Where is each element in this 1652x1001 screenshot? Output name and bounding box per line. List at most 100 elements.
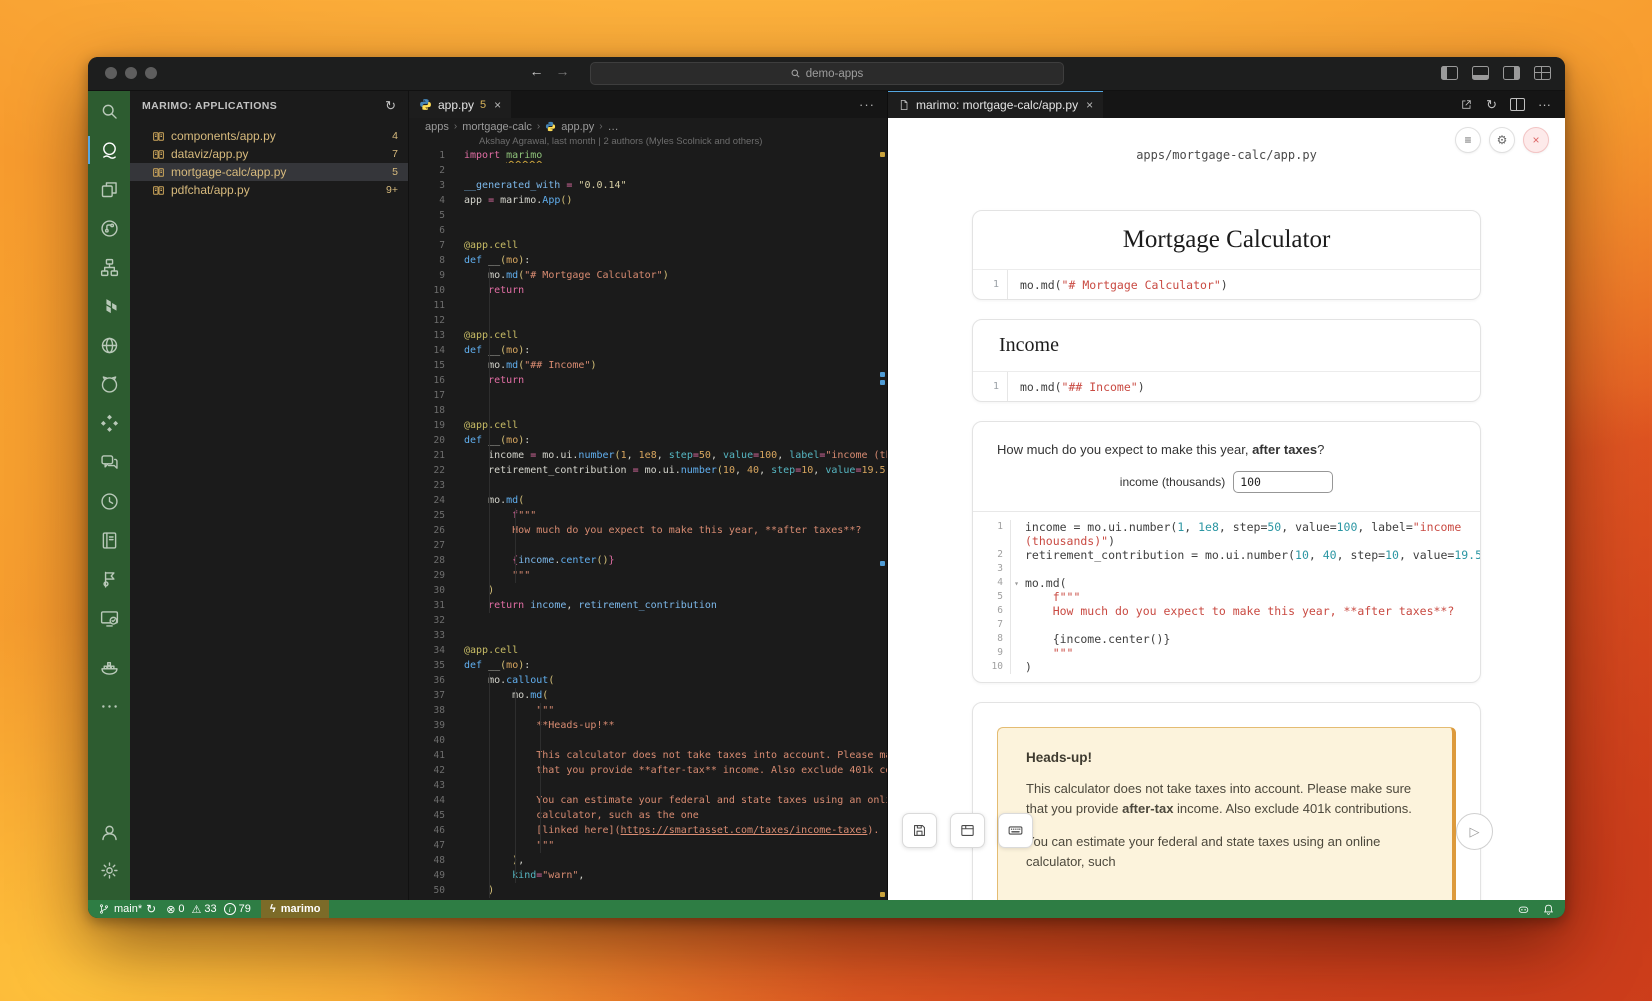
- code-line: 12: [409, 313, 887, 328]
- comments-icon[interactable]: [88, 450, 130, 474]
- settings-icon[interactable]: [88, 858, 130, 882]
- bell-icon[interactable]: [1542, 903, 1555, 916]
- screen-check-icon[interactable]: [88, 606, 130, 630]
- history-icon[interactable]: [88, 489, 130, 513]
- code-line: 37 mo.md(: [409, 688, 887, 703]
- globe-icon[interactable]: [88, 333, 130, 357]
- overview-ruler-mark: [880, 561, 885, 566]
- sidebar-item-mortgage-calc[interactable]: mortgage-calc/app.py5: [130, 163, 408, 181]
- file-icon: [898, 99, 910, 111]
- browser-button[interactable]: [950, 813, 985, 848]
- open-in-new-icon[interactable]: [1460, 98, 1473, 111]
- sidebar-item-components[interactable]: components/app.py4: [130, 127, 408, 145]
- menu-icon[interactable]: ≡: [1455, 127, 1481, 153]
- breadcrumb-item[interactable]: mortgage-calc: [462, 121, 532, 133]
- line-number: 44: [409, 793, 445, 808]
- run-button[interactable]: ▷: [1456, 813, 1493, 850]
- git-branch-item[interactable]: main* ↻: [98, 900, 156, 918]
- sync-icon[interactable]: ↻: [146, 902, 156, 916]
- line-number: 32: [409, 613, 445, 628]
- customize-layout-icon[interactable]: [1534, 66, 1551, 80]
- code-text: retirement_contribution = mo.ui.number(1…: [1011, 548, 1481, 562]
- forward-button[interactable]: →: [556, 63, 570, 79]
- pages-icon[interactable]: [88, 177, 130, 201]
- line-number: 37: [409, 688, 445, 703]
- session-icon[interactable]: [88, 216, 130, 240]
- more-icon[interactable]: [88, 694, 130, 718]
- code-line: 21 income = mo.ui.number(1, 1e8, step=50…: [409, 448, 887, 463]
- breadcrumb-item[interactable]: app.py: [561, 121, 594, 133]
- account-icon[interactable]: [88, 820, 130, 844]
- save-button[interactable]: [902, 813, 937, 848]
- breadcrumb-item[interactable]: …: [608, 121, 619, 133]
- code-line: 10): [973, 660, 1480, 674]
- cell-code[interactable]: 1mo.md("# Mortgage Calculator"): [973, 269, 1480, 299]
- refresh-icon[interactable]: ↻: [385, 98, 396, 114]
- github-icon[interactable]: [88, 372, 130, 396]
- search-icon[interactable]: [88, 99, 130, 123]
- line-content: calculator, such as the one: [445, 808, 887, 823]
- code-editor[interactable]: 1import marimo23__generated_with = "0.0.…: [409, 148, 887, 900]
- split-editor-icon[interactable]: [1510, 98, 1525, 111]
- line-content: [445, 613, 887, 628]
- terraform-icon[interactable]: [88, 294, 130, 318]
- copilot-icon[interactable]: [1517, 903, 1530, 916]
- code-line: 1import marimo: [409, 148, 887, 163]
- org-chart-icon[interactable]: [88, 255, 130, 279]
- number-widget: income (thousands): [973, 471, 1480, 493]
- fold-chevron-icon[interactable]: ▾: [1014, 577, 1019, 591]
- test-flag-icon[interactable]: [88, 567, 130, 591]
- marimo-status-item[interactable]: ϟ marimo: [261, 900, 330, 918]
- line-content: """: [445, 568, 887, 583]
- breadcrumb-item[interactable]: apps: [425, 121, 449, 133]
- cell-code[interactable]: 1income = mo.ui.number(1, 1e8, step=50, …: [973, 511, 1480, 682]
- sidebar-item-pdfchat[interactable]: pdfchat/app.py9+: [130, 181, 408, 199]
- close-window-button[interactable]: [105, 67, 117, 79]
- preview-actions: ↻ ···: [1460, 91, 1565, 118]
- back-button[interactable]: ←: [530, 63, 544, 79]
- search-icon: [790, 68, 801, 79]
- keyboard-button[interactable]: [998, 813, 1033, 848]
- problems-item[interactable]: ⊗ 0 ⚠ 33 i 79: [166, 900, 251, 918]
- tab-marimo-preview[interactable]: marimo: mortgage-calc/app.py ×: [888, 91, 1103, 118]
- info-count: 79: [239, 903, 251, 915]
- line-content: [445, 298, 887, 313]
- gear-icon[interactable]: ⚙: [1489, 127, 1515, 153]
- minimize-window-button[interactable]: [125, 67, 137, 79]
- notebook-icon[interactable]: [88, 528, 130, 552]
- line-content: How much do you expect to make this year…: [445, 523, 887, 538]
- command-center-search[interactable]: demo-apps: [590, 62, 1064, 85]
- line-content: mo.md(: [445, 493, 887, 508]
- editor-group: app.py 5 × ··· apps › mortgage-calc › app.py…: [409, 91, 888, 900]
- docker-icon[interactable]: [88, 655, 130, 679]
- close-tab-icon[interactable]: ×: [1086, 98, 1093, 112]
- sidebar-item-dataviz[interactable]: dataviz/app.py7: [130, 145, 408, 163]
- callout-paragraph: You can estimate your federal and state …: [1026, 832, 1424, 872]
- line-number: 9: [409, 268, 445, 283]
- marimo-icon[interactable]: [88, 138, 130, 162]
- close-tab-icon[interactable]: ×: [494, 98, 501, 112]
- code-line: 6 How much do you expect to make this ye…: [973, 604, 1480, 618]
- code-line: 9 mo.md("# Mortgage Calculator"): [409, 268, 887, 283]
- toggle-secondary-sidebar-icon[interactable]: [1503, 66, 1520, 80]
- line-number: 1: [409, 148, 445, 163]
- breadcrumb-separator: ›: [454, 121, 457, 132]
- code-line: 16 return: [409, 373, 887, 388]
- shutdown-icon[interactable]: ×: [1523, 127, 1549, 153]
- breadcrumb-separator: ›: [537, 121, 540, 132]
- cell-code[interactable]: 1mo.md("## Income"): [973, 371, 1480, 401]
- more-actions-icon[interactable]: ···: [1538, 97, 1551, 112]
- window-controls: [105, 67, 157, 79]
- toggle-panel-icon[interactable]: [1472, 66, 1489, 80]
- reload-icon[interactable]: ↻: [1486, 97, 1497, 113]
- editor-actions-more[interactable]: ···: [859, 91, 887, 118]
- file-badge: 9+: [386, 184, 398, 196]
- diamonds-icon[interactable]: [88, 411, 130, 435]
- income-input[interactable]: [1233, 471, 1333, 493]
- tab-app-py[interactable]: app.py 5 ×: [409, 91, 511, 118]
- zoom-window-button[interactable]: [145, 67, 157, 79]
- git-blame-annotation: Akshay Agrawal, last month | 2 authors (…: [409, 135, 887, 148]
- window-title: demo-apps: [806, 68, 864, 80]
- line-number: 38: [409, 703, 445, 718]
- toggle-primary-sidebar-icon[interactable]: [1441, 66, 1458, 80]
